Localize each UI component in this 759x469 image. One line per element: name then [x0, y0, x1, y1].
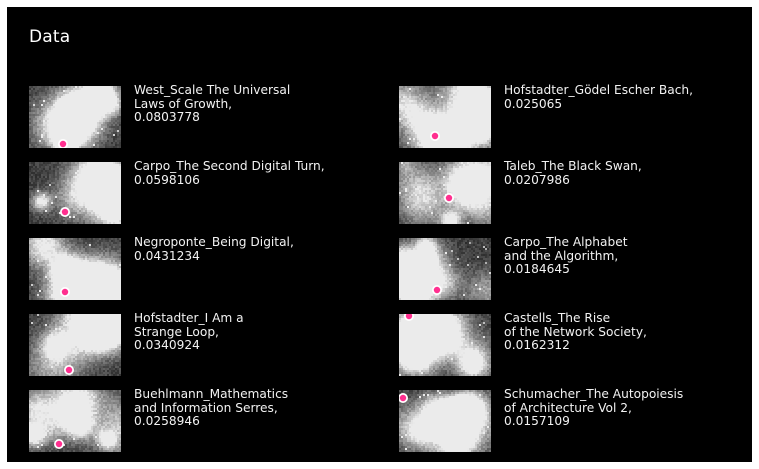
result-item[interactable]: Hofstadter_I Am a Strange Loop, 0.034092…	[29, 311, 379, 376]
result-label: Taleb_The Black Swan, 0.0207986	[504, 159, 642, 187]
result-item[interactable]: Carpo_The Second Digital Turn, 0.0598106	[29, 159, 379, 224]
highlight-marker	[55, 440, 63, 448]
result-item[interactable]: West_Scale The Universal Laws of Growth,…	[29, 83, 379, 148]
result-thumbnail[interactable]	[29, 86, 121, 148]
results-grid: West_Scale The Universal Laws of Growth,…	[29, 83, 741, 456]
result-thumbnail[interactable]	[399, 390, 491, 452]
result-thumbnail[interactable]	[399, 162, 491, 224]
result-thumbnail[interactable]	[29, 390, 121, 452]
result-item[interactable]: Castells_The Rise of the Network Society…	[399, 311, 749, 376]
result-thumbnail[interactable]	[29, 314, 121, 376]
result-label: Schumacher_The Autopoiesis of Architectu…	[504, 387, 684, 428]
result-thumbnail[interactable]	[399, 314, 491, 376]
result-item[interactable]: Hofstadter_Gödel Escher Bach, 0.025065	[399, 83, 749, 148]
highlight-marker	[59, 140, 67, 148]
result-item[interactable]: Negroponte_Being Digital, 0.0431234	[29, 235, 379, 300]
highlight-marker	[61, 288, 69, 296]
result-label: Carpo_The Alphabet and the Algorithm, 0.…	[504, 235, 628, 276]
result-item[interactable]: Carpo_The Alphabet and the Algorithm, 0.…	[399, 235, 749, 300]
result-item[interactable]: Taleb_The Black Swan, 0.0207986	[399, 159, 749, 224]
result-label: Castells_The Rise of the Network Society…	[504, 311, 647, 352]
result-thumbnail[interactable]	[399, 238, 491, 300]
result-item[interactable]: Buehlmann_Mathematics and Information Se…	[29, 387, 379, 452]
result-thumbnail[interactable]	[399, 86, 491, 148]
highlight-marker	[431, 132, 439, 140]
result-label: Buehlmann_Mathematics and Information Se…	[134, 387, 289, 428]
result-label: Hofstadter_Gödel Escher Bach, 0.025065	[504, 83, 694, 111]
page-title: Data	[29, 27, 71, 47]
result-label: Carpo_The Second Digital Turn, 0.0598106	[134, 159, 325, 187]
data-panel: Data West_Scale The Universal Laws of Gr…	[7, 7, 752, 462]
highlight-marker	[433, 286, 441, 294]
highlight-marker	[65, 366, 73, 374]
highlight-marker	[61, 208, 69, 216]
result-thumbnail[interactable]	[29, 162, 121, 224]
highlight-marker	[399, 394, 407, 402]
result-thumbnail[interactable]	[29, 238, 121, 300]
result-label: Negroponte_Being Digital, 0.0431234	[134, 235, 294, 263]
result-label: Hofstadter_I Am a Strange Loop, 0.034092…	[134, 311, 244, 352]
result-label: West_Scale The Universal Laws of Growth,…	[134, 83, 291, 124]
result-item[interactable]: Schumacher_The Autopoiesis of Architectu…	[399, 387, 749, 452]
highlight-marker	[445, 194, 453, 202]
